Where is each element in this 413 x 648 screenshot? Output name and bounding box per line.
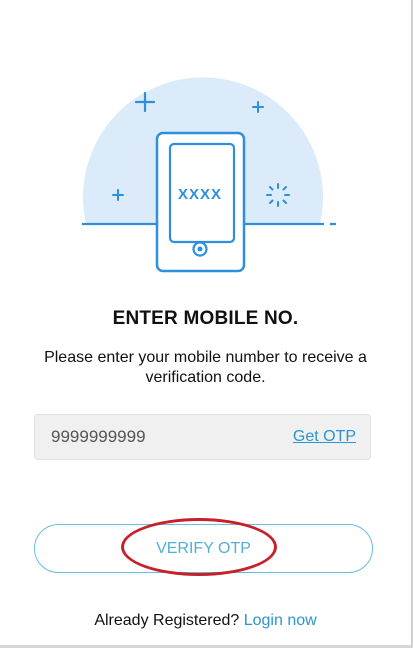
otp-screen: XXXX ENTER MOBILE NO. Please enter your … <box>0 0 413 648</box>
phone-verification-illustration: XXXX <box>74 77 336 273</box>
login-now-link[interactable]: Login now <box>244 612 317 629</box>
otp-code-text: XXXX <box>178 186 222 203</box>
login-prompt: Already Registered? Login now <box>0 612 411 630</box>
instructions-text: Please enter your mobile number to recei… <box>44 349 367 386</box>
page-title: ENTER MOBILE NO. <box>112 308 299 329</box>
mobile-number-field: Get OTP <box>34 414 371 460</box>
mobile-number-input[interactable] <box>51 415 271 459</box>
already-registered-text: Already Registered? <box>94 612 244 629</box>
verify-otp-button[interactable]: VERIFY OTP <box>34 524 373 573</box>
get-otp-link[interactable]: Get OTP <box>293 428 356 446</box>
